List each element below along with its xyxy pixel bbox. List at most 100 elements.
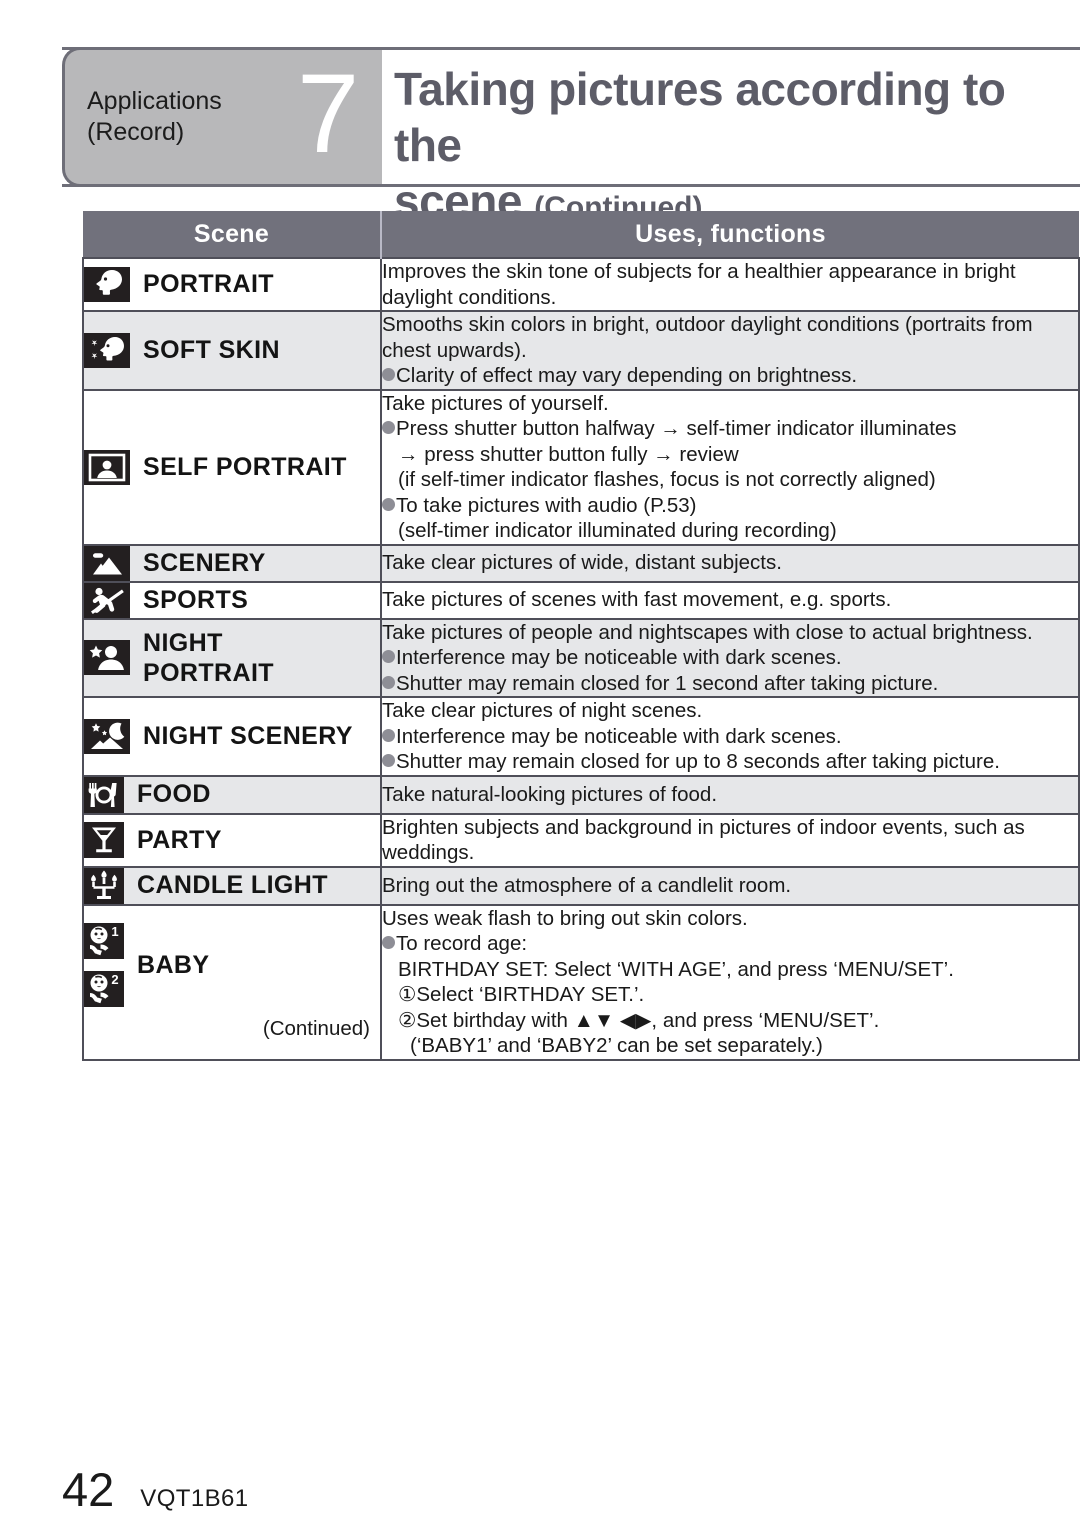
description-text: ②Set birthday with ▲▼ ◀▶, and press ‘MEN…	[398, 1008, 880, 1032]
description-line: Brighten subjects and background in pict…	[382, 815, 1078, 841]
scene-cell: SCENERY	[82, 543, 382, 583]
uses-functions-cell: Improves the skin tone of subjects for a…	[380, 257, 1080, 312]
scene-identity: SPORTS	[84, 582, 380, 618]
bullet-icon	[382, 650, 395, 663]
description-text: chest upwards).	[382, 338, 527, 362]
scene-identity: SCENERY	[84, 545, 380, 581]
page-title-line1: Taking pictures according to the	[394, 63, 1006, 171]
chapter-label-line2: (Record)	[87, 118, 185, 146]
table-row: PARTY Brighten subjects and background in…	[82, 812, 1080, 868]
scene-cell: PARTY	[82, 812, 382, 868]
scene-name: FOOD	[137, 780, 211, 808]
description-text: Shutter may remain closed for 1 second a…	[396, 671, 939, 695]
sports-icon	[84, 582, 130, 618]
table-row: SPORTS Take pictures of scenes with fast …	[82, 580, 1080, 620]
description-line: Smooths skin colors in bright, outdoor d…	[382, 312, 1078, 338]
page-footer: 42 VQT1B61	[62, 1462, 248, 1517]
description-text: Take clear pictures of night scenes.	[382, 699, 703, 722]
uses-functions-cell: Take clear pictures of night scenes. Inte…	[380, 696, 1080, 777]
description-text: Clarity of effect may vary depending on …	[396, 364, 858, 387]
self-portrait-icon	[84, 449, 130, 485]
scene-cell: SPORTS	[82, 580, 382, 620]
soft-skin-icon	[84, 332, 130, 368]
svg-text:2: 2	[111, 972, 118, 987]
scene-cell: FOOD	[82, 774, 382, 815]
uses-functions-cell: Uses weak flash to bring out skin colors…	[380, 903, 1080, 1061]
description-text: To take pictures with audio (P.53)	[396, 493, 697, 517]
scene-name: SOFT SKIN	[143, 335, 280, 364]
uses-functions-cell: Take natural-looking pictures of food.	[380, 774, 1080, 815]
uses-functions-cell: Take clear pictures of wide, distant sub…	[380, 543, 1080, 583]
chapter-tab: Applications (Record) 7	[62, 47, 382, 187]
table-row: CANDLE LIGHT Bring out the atmosphere of …	[82, 865, 1080, 906]
scene-name: SCENERY	[143, 548, 266, 577]
night-portrait-icon	[84, 640, 130, 676]
food-icon	[84, 776, 124, 813]
scene-identity: FOOD	[84, 776, 380, 813]
scene-cell: SELF PORTRAIT	[82, 388, 382, 546]
description-text: Take natural-looking pictures of food.	[382, 782, 718, 806]
description-text: daylight conditions.	[382, 285, 557, 309]
description-text: Uses weak flash to bring out skin colors…	[382, 906, 748, 930]
bullet-icon	[382, 497, 395, 511]
description-text: Shutter may remain closed for up to 8 se…	[396, 750, 1000, 773]
scene-name: NIGHT SCENERY	[143, 721, 353, 750]
header-rule-bottom	[62, 184, 1080, 187]
table-row: SCENERY Take clear pictures of wide, dist…	[82, 543, 1080, 583]
scene-identity: SOFT SKIN	[84, 332, 380, 368]
description-text: Take pictures of scenes with fast moveme…	[382, 588, 892, 612]
scene-identity: 1 2 BABY	[84, 919, 380, 1007]
table-row: SOFT SKIN Smooths skin colors in bright, …	[82, 310, 1080, 391]
scene-name: BABY	[137, 950, 210, 979]
description-line: Uses weak flash to bring out skin colors…	[382, 906, 1078, 932]
baby2-icon: 2	[84, 971, 124, 1007]
description-line: Take natural-looking pictures of food.	[382, 782, 1078, 808]
scene-identity: SELF PORTRAIT	[84, 449, 380, 485]
description-text: Smooths skin colors in bright, outdoor d…	[382, 313, 1033, 336]
description-text: To record age:	[396, 932, 528, 955]
scene-identity: PARTY	[84, 822, 380, 858]
scene-name: PORTRAIT	[143, 270, 274, 298]
table-row: PORTRAIT Improves the skin tone of subjec…	[82, 257, 1080, 312]
uses-functions-cell: Take pictures of yourself. Press shutter …	[380, 388, 1080, 546]
bullet-icon	[382, 936, 395, 949]
description-line: Take clear pictures of night scenes.	[382, 698, 1078, 724]
scene-identity: NIGHT PORTRAIT	[84, 628, 380, 688]
table-header-row: Scene Uses, functions	[83, 211, 1079, 258]
night-scenery-icon	[84, 718, 130, 754]
candle-light-icon	[84, 867, 124, 904]
uses-functions-cell: Take pictures of scenes with fast moveme…	[380, 580, 1080, 620]
scene-cell: SOFT SKIN	[82, 310, 382, 391]
description-line: To record age:	[382, 931, 1078, 957]
description-text: ①Select ‘BIRTHDAY SET.’.	[398, 983, 645, 1006]
chapter-label-line1: Applications	[87, 87, 222, 115]
bullet-icon	[382, 728, 395, 742]
description-line: BIRTHDAY SET: Select ‘WITH AGE’, and pre…	[382, 957, 1078, 983]
description-line: chest upwards).	[382, 338, 1078, 364]
description-line: (‘BABY1’ and ‘BABY2’ can be set separate…	[382, 1033, 1078, 1059]
svg-text:1: 1	[111, 924, 118, 939]
document-code: VQT1B61	[140, 1485, 249, 1512]
scene-identity: CANDLE LIGHT	[84, 867, 380, 904]
description-line: Press shutter button halfway → self-time…	[382, 416, 1078, 442]
uses-functions-cell: Brighten subjects and background in pict…	[380, 812, 1080, 868]
description-text: (self-timer indicator illuminated during…	[398, 519, 837, 542]
description-line: daylight conditions.	[382, 285, 1078, 311]
table-body: PORTRAIT Improves the skin tone of subjec…	[82, 257, 1080, 1061]
scenery-icon	[84, 545, 130, 581]
scene-identity: NIGHT SCENERY	[84, 718, 380, 754]
description-line: Shutter may remain closed for up to 8 se…	[382, 749, 1078, 775]
scene-name: NIGHT PORTRAIT	[143, 628, 274, 687]
scene-cell: 1 2 BABY (Continued)	[82, 903, 382, 1061]
description-line: Take clear pictures of wide, distant sub…	[382, 550, 1078, 576]
scene-name: SPORTS	[143, 585, 249, 614]
scene-cell: PORTRAIT	[82, 257, 382, 312]
description-text: BIRTHDAY SET: Select ‘WITH AGE’, and pre…	[398, 957, 954, 981]
party-icon	[84, 822, 124, 858]
scene-cell: CANDLE LIGHT	[82, 865, 382, 906]
description-line: (if self-timer indicator flashes, focus …	[382, 467, 1078, 493]
description-line: Improves the skin tone of subjects for a…	[382, 259, 1078, 285]
column-header-scene: Scene	[83, 211, 382, 258]
description-text: → press shutter button fully → review	[398, 442, 739, 466]
description-text: Improves the skin tone of subjects for a…	[382, 260, 1016, 283]
